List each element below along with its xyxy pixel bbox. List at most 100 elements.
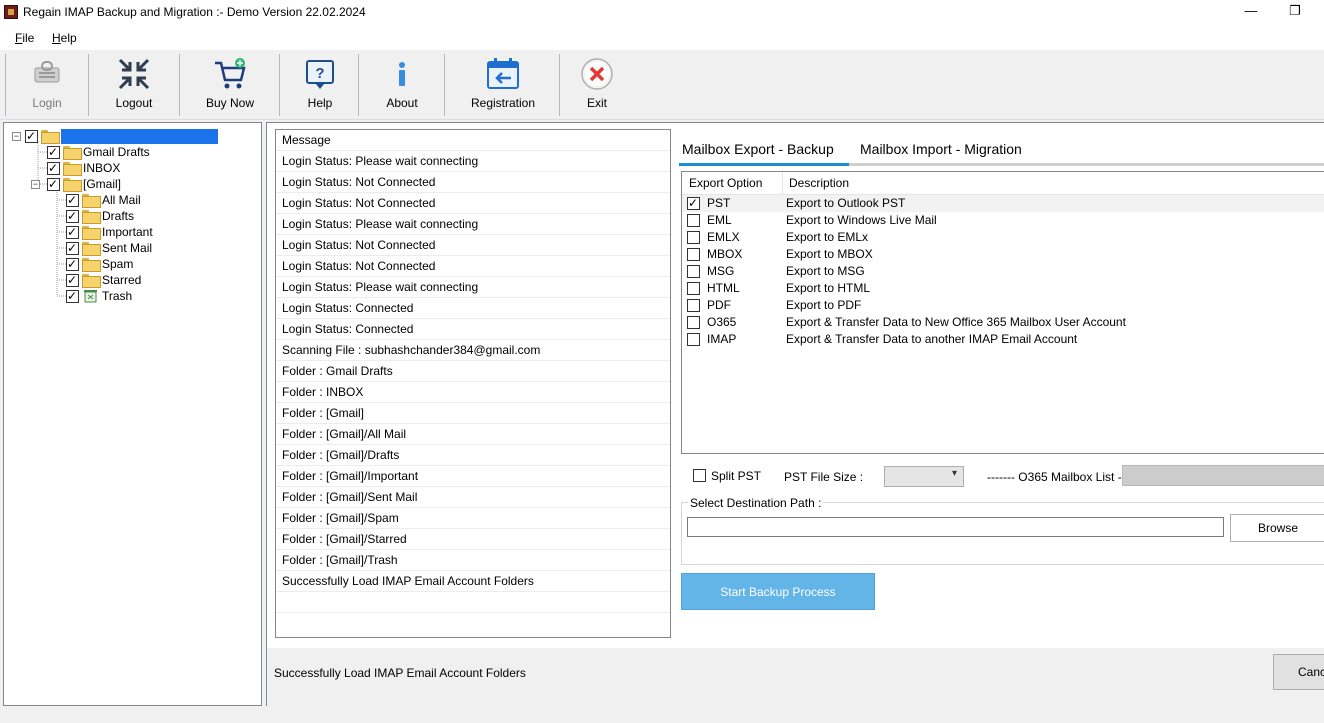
split-pst-checkbox[interactable] xyxy=(693,469,706,482)
export-row-checkbox[interactable] xyxy=(687,195,700,211)
export-row-checkbox[interactable] xyxy=(687,214,700,227)
o365-mailbox-list[interactable] xyxy=(1122,465,1324,486)
tree-item-checkbox[interactable] xyxy=(66,288,79,304)
tree-item-checkbox[interactable] xyxy=(66,272,79,288)
tree-item-trash[interactable]: Trash xyxy=(66,288,132,304)
column-export-option[interactable]: Export Option xyxy=(683,172,762,194)
export-row-imap[interactable]: IMAP Export & Transfer Data to another I… xyxy=(682,331,1324,348)
message-row: Login Status: Not Connected xyxy=(276,256,670,277)
export-row-checkbox[interactable] xyxy=(687,299,700,312)
tree-item-label: Sent Mail xyxy=(102,241,153,255)
collapse-icon[interactable]: − xyxy=(31,179,40,189)
menu-file-rest: ile xyxy=(22,31,35,45)
pst-file-size-dropdown[interactable]: ▾ xyxy=(884,466,964,487)
export-row-checkbox[interactable] xyxy=(687,316,700,329)
tree-item-drafts[interactable]: Drafts xyxy=(66,208,134,224)
active-tab-indicator xyxy=(679,163,849,166)
menu-help[interactable]: Help xyxy=(52,31,77,45)
help-label: Help xyxy=(307,96,333,110)
export-row-eml[interactable]: EML Export to Windows Live Mail xyxy=(682,212,1324,229)
tree-item-checkbox[interactable] xyxy=(66,192,79,208)
export-row-checkbox[interactable] xyxy=(687,282,700,295)
tab-mailbox-import[interactable]: Mailbox Import - Migration xyxy=(860,141,1022,157)
tree-root[interactable]: − xyxy=(12,128,218,144)
export-row-description: Export to MBOX xyxy=(786,247,873,261)
restore-button[interactable]: ❐ xyxy=(1283,2,1307,22)
tree-item-label: Trash xyxy=(102,289,133,303)
tree-item-label: Spam xyxy=(102,257,134,271)
toolbar-separator xyxy=(358,54,359,116)
toolbar: Login Logout Buy Now ? Help About Regist… xyxy=(0,50,1324,120)
export-row-checkbox[interactable] xyxy=(687,333,700,346)
tree-item-checkbox[interactable] xyxy=(47,144,60,160)
about-button[interactable]: About xyxy=(372,54,432,116)
column-description[interactable]: Description xyxy=(783,172,849,194)
export-row-msg[interactable]: MSG Export to MSG xyxy=(682,263,1324,280)
tab-mailbox-export[interactable]: Mailbox Export - Backup xyxy=(682,141,834,157)
export-row-mbox[interactable]: MBOX Export to MBOX xyxy=(682,246,1324,263)
export-row-html[interactable]: HTML Export to HTML xyxy=(682,280,1324,297)
export-row-description: Export to Outlook PST xyxy=(786,196,906,210)
tree-item-label: Important xyxy=(102,225,153,239)
tree-root-checkbox[interactable] xyxy=(25,128,38,144)
message-row: Login Status: Connected xyxy=(276,298,670,319)
export-row-checkbox[interactable] xyxy=(687,265,700,278)
tree-item-gmail[interactable]: − [Gmail] xyxy=(31,176,121,192)
logout-icon xyxy=(118,58,150,90)
minimize-button[interactable]: — xyxy=(1239,2,1263,22)
message-row-empty xyxy=(276,592,670,613)
export-row-checkbox[interactable] xyxy=(687,248,700,261)
tree-item-label: INBOX xyxy=(83,161,121,175)
message-row: Login Status: Please wait connecting xyxy=(276,214,670,235)
split-pst-label: Split PST xyxy=(711,469,762,483)
export-row-o365[interactable]: O365 Export & Transfer Data to New Offic… xyxy=(682,314,1324,331)
login-label: Login xyxy=(32,96,62,110)
folder-icon xyxy=(82,194,101,208)
tree-item-gmail-drafts[interactable]: Gmail Drafts xyxy=(47,144,150,160)
export-row-description: Export & Transfer Data to New Office 365… xyxy=(786,315,1126,329)
window-title: Regain IMAP Backup and Migration :- Demo… xyxy=(23,5,366,19)
tree-item-starred[interactable]: Starred xyxy=(66,272,141,288)
tree-item-important[interactable]: Important xyxy=(66,224,153,240)
tree-item-inbox[interactable]: INBOX xyxy=(47,160,120,176)
tree-item-checkbox[interactable] xyxy=(47,176,60,192)
status-text: Successfully Load IMAP Email Account Fol… xyxy=(274,666,526,680)
menu-help-hotkey: H xyxy=(52,31,61,45)
start-backup-button[interactable]: Start Backup Process xyxy=(681,573,875,610)
export-row-pst[interactable]: PST Export to Outlook PST xyxy=(682,195,1324,212)
drafts-icon xyxy=(82,210,101,224)
registration-button[interactable]: Registration xyxy=(462,54,544,116)
help-icon: ? xyxy=(306,60,334,89)
folder-icon xyxy=(82,226,101,240)
tree-item-sent-mail[interactable]: Sent Mail xyxy=(66,240,152,256)
export-row-checkbox[interactable] xyxy=(687,231,700,244)
buy-now-button[interactable]: Buy Now xyxy=(196,54,264,116)
export-row-emlx[interactable]: EMLX Export to EMLx xyxy=(682,229,1324,246)
destination-path-input[interactable] xyxy=(687,517,1224,537)
tree-root-account-selected[interactable] xyxy=(61,128,218,144)
tree-item-checkbox[interactable] xyxy=(66,240,79,256)
export-row-description: Export to EMLx xyxy=(786,230,869,244)
message-log[interactable]: Message Login Status: Please wait connec… xyxy=(275,129,671,638)
mode-tabs: Mailbox Export - Backup Mailbox Import -… xyxy=(679,137,1324,167)
menu-file[interactable]: File xyxy=(15,31,34,45)
exit-button[interactable]: Exit xyxy=(572,54,622,116)
cancel-button[interactable]: Cancel xyxy=(1273,654,1324,690)
help-button[interactable]: ? Help xyxy=(290,54,350,116)
export-row-code: HTML xyxy=(707,281,740,295)
tree-item-spam[interactable]: Spam xyxy=(66,256,133,272)
export-row-pdf[interactable]: PDF Export to PDF xyxy=(682,297,1324,314)
tree-item-checkbox[interactable] xyxy=(66,256,79,272)
tree-item-all-mail[interactable]: All Mail xyxy=(66,192,141,208)
tree-item-checkbox[interactable] xyxy=(66,208,79,224)
browse-button[interactable]: Browse xyxy=(1230,514,1324,542)
destination-legend: Select Destination Path : xyxy=(688,496,824,510)
collapse-icon[interactable]: − xyxy=(12,131,21,141)
cart-icon xyxy=(215,58,246,89)
pst-file-size-label: PST File Size : xyxy=(784,470,864,484)
tree-item-checkbox[interactable] xyxy=(66,224,79,240)
export-row-code: MBOX xyxy=(707,247,743,261)
tree-item-checkbox[interactable] xyxy=(47,160,60,176)
login-button[interactable]: Login xyxy=(14,54,80,116)
logout-button[interactable]: Logout xyxy=(100,54,168,116)
